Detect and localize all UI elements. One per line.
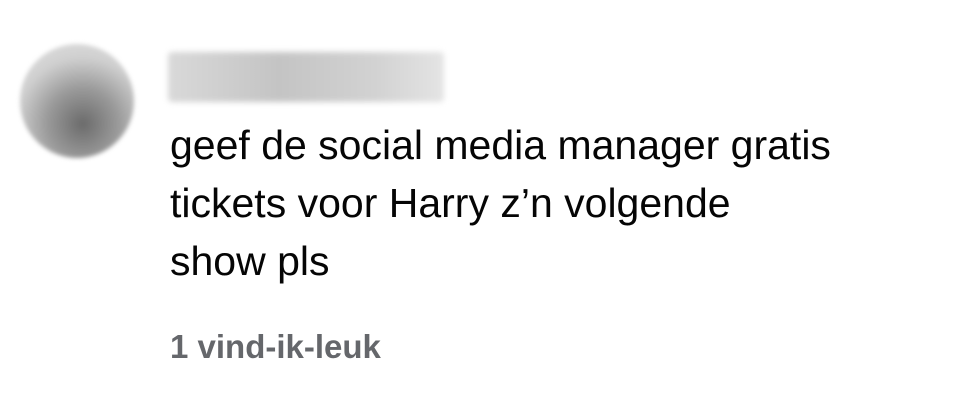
author-name-redacted: [168, 52, 444, 102]
likes-count-link[interactable]: 1 vind-ik-leuk: [170, 328, 381, 366]
avatar[interactable]: [20, 44, 134, 158]
comment-text: geef de social media manager gratis tick…: [170, 122, 831, 284]
